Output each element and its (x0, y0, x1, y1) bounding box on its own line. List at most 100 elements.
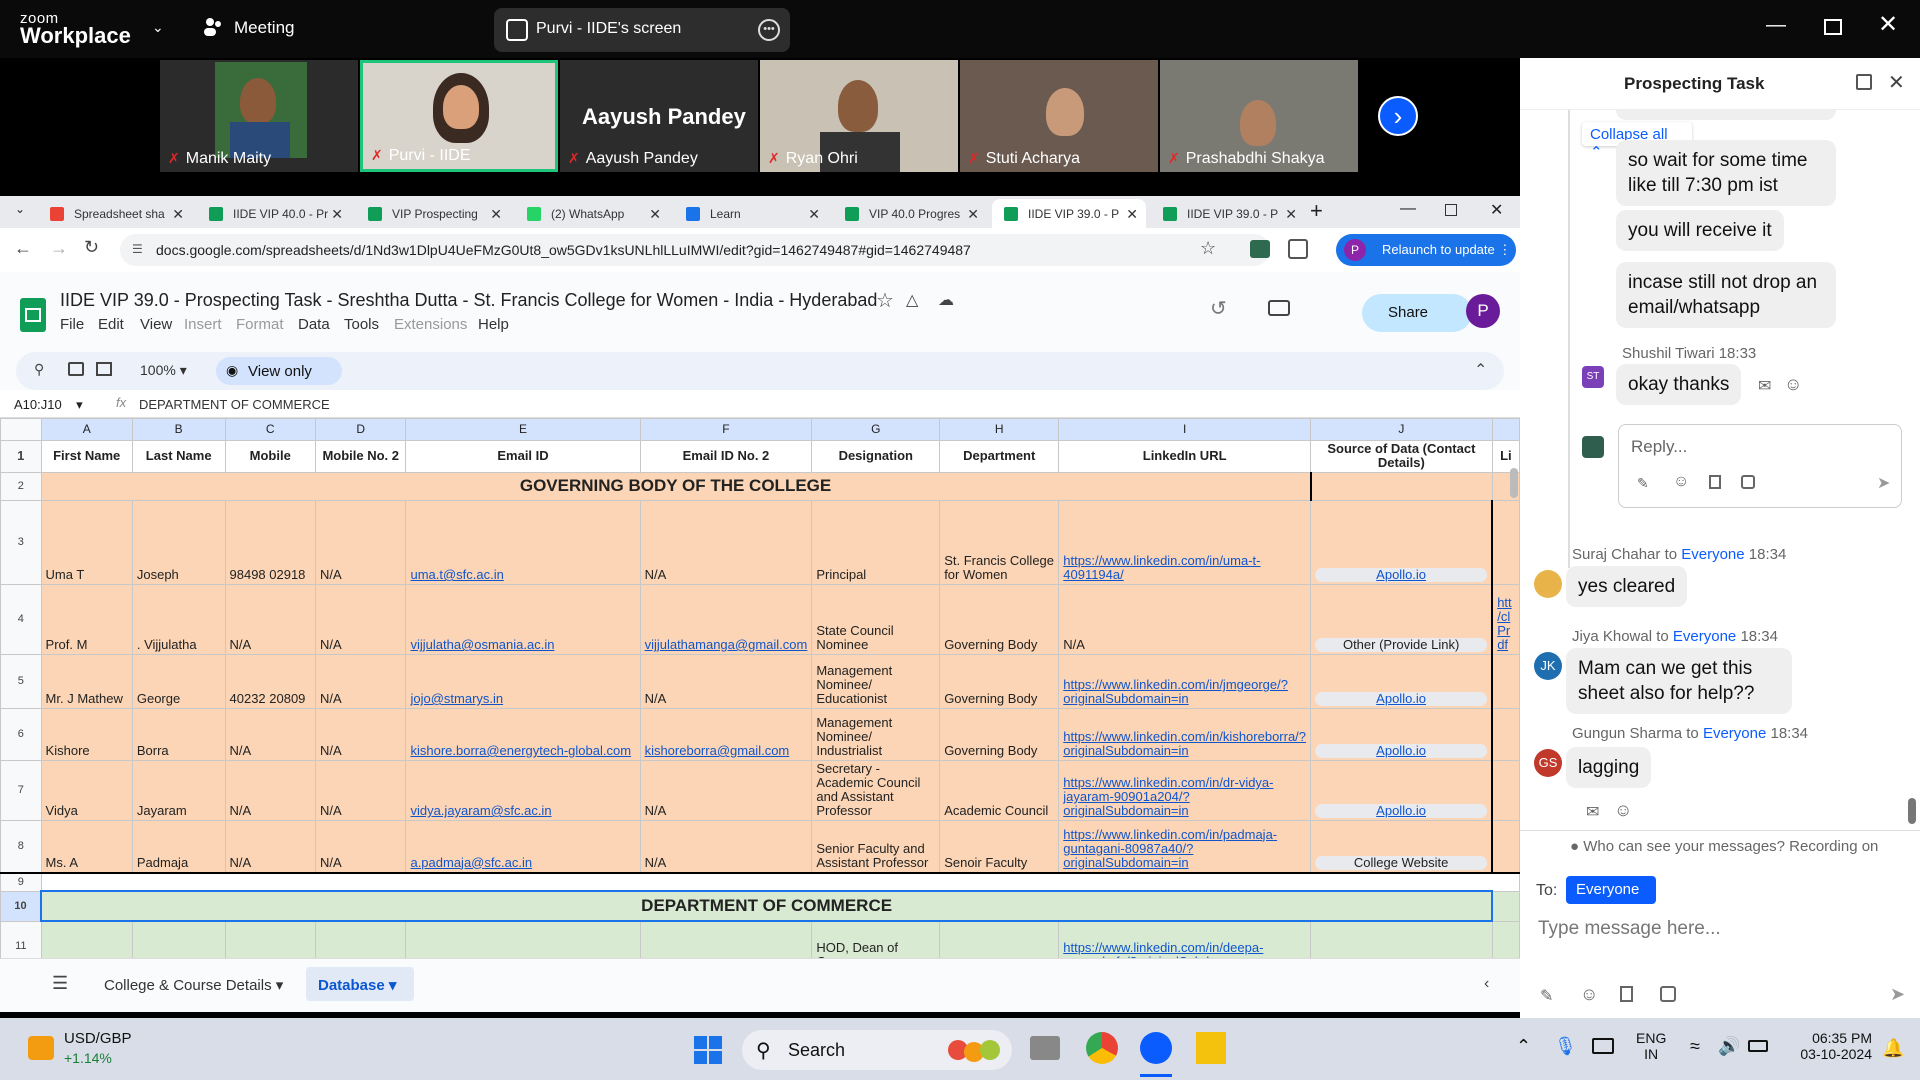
cell-h[interactable]: Governing Body (939, 708, 1060, 761)
menu-help[interactable]: Help (478, 316, 509, 333)
close-icon[interactable]: ✕ (1490, 200, 1503, 220)
cell-k[interactable] (1491, 820, 1520, 873)
cell-g[interactable]: Management Nominee/ Industrialist (811, 708, 941, 761)
cell-i[interactable]: https://www.linkedin.com/in/jmgeorge/?or… (1058, 654, 1312, 709)
browser-tab[interactable]: Spreadsheet sha ✕ (38, 199, 192, 228)
tab-close-icon[interactable]: ✕ (649, 206, 661, 223)
cell-h[interactable]: Academic Council (939, 760, 1060, 821)
restore-icon[interactable] (1445, 204, 1457, 216)
minimize-icon[interactable]: — (1400, 200, 1416, 218)
minimize-icon[interactable]: — (1766, 14, 1786, 37)
row-number[interactable]: 7 (0, 760, 42, 821)
cell-h[interactable]: Governing Body (939, 584, 1060, 655)
stocks-icon[interactable] (28, 1036, 54, 1060)
menu-extensions[interactable]: Extensions (394, 316, 467, 333)
cell-h[interactable]: Governing Body (939, 654, 1060, 709)
cell-d[interactable]: N/A (314, 760, 407, 821)
all-sheets-icon[interactable]: ☰ (52, 973, 68, 994)
cell-k[interactable] (1491, 760, 1520, 821)
browser-tab[interactable]: VIP 40.0 Progres ✕ (833, 199, 987, 228)
taskbar-search[interactable]: ⚲ Search (742, 1030, 1012, 1070)
view-mode-icon[interactable] (96, 362, 112, 376)
cell-h[interactable]: Senoir Faculty (939, 820, 1060, 873)
restore-icon[interactable] (1824, 19, 1842, 35)
tab-close-icon[interactable]: ✕ (808, 206, 820, 223)
cell-i[interactable]: N/A (1058, 584, 1312, 655)
windows-start-icon[interactable] (694, 1036, 722, 1064)
privacy-note[interactable]: ● Who can see your messages? Recording o… (1570, 838, 1878, 855)
close-icon[interactable]: ✕ (1878, 10, 1898, 39)
screenshot-icon[interactable] (1741, 475, 1755, 489)
name-box[interactable]: A10:J10 ▾ (14, 397, 83, 413)
row-number[interactable]: 4 (0, 584, 42, 655)
forward-icon[interactable]: → (50, 238, 68, 259)
cell-c[interactable]: N/A (224, 708, 316, 761)
cell-d[interactable]: N/A (314, 500, 407, 585)
tab-close-icon[interactable]: ✕ (331, 206, 343, 223)
reply-icon[interactable]: ✉ (1586, 802, 1599, 822)
cell-c[interactable]: 40232 20809 (224, 654, 316, 709)
col-h[interactable]: H (939, 418, 1060, 441)
cell-e[interactable]: vidya.jayaram@sfc.ac.in (405, 760, 641, 821)
formula-content[interactable]: DEPARTMENT OF COMMERCE (139, 397, 330, 412)
react-icon[interactable]: ☺ (1784, 374, 1802, 395)
cell-b[interactable]: . Vijjulatha (131, 584, 226, 655)
document-title[interactable]: IIDE VIP 39.0 - Prospecting Task - Sresh… (60, 290, 877, 311)
cell-b[interactable]: George (131, 654, 226, 709)
cell-a[interactable]: Vidya (40, 760, 133, 821)
tab-search-icon[interactable]: ⌄ (10, 202, 30, 222)
cell-j[interactable]: Apollo.io (1310, 760, 1493, 821)
extension-icon[interactable] (1250, 240, 1270, 258)
new-tab-icon[interactable]: + (1310, 198, 1323, 224)
ticker-name[interactable]: USD/GBP (64, 1030, 132, 1047)
menu-tools[interactable]: Tools (344, 316, 379, 333)
tab-close-icon[interactable]: ✕ (1285, 206, 1297, 223)
send-icon[interactable]: ➤ (1890, 984, 1905, 1005)
cell-j[interactable]: Apollo.io (1310, 708, 1493, 761)
row-number[interactable]: 6 (0, 708, 42, 761)
cell-b[interactable]: Borra (131, 708, 226, 761)
select-all-corner[interactable] (0, 418, 42, 441)
emoji-icon[interactable]: ☺ (1673, 473, 1689, 491)
header-cell[interactable]: First Name (40, 440, 133, 473)
cell-b[interactable]: Jayaram (131, 760, 226, 821)
chevron-down-icon[interactable]: ⌄ (152, 19, 164, 36)
cell-e[interactable]: vijjulatha@osmania.ac.in (405, 584, 641, 655)
cell-k[interactable]: htt /cl Pr df (1491, 584, 1520, 655)
react-icon[interactable]: ☺ (1614, 800, 1632, 821)
sheet-tab-database[interactable]: Database ▾ (306, 967, 414, 1001)
row-number[interactable]: 3 (0, 500, 42, 585)
cell-f[interactable]: vijjulathamanga@gmail.com (639, 584, 813, 655)
tab-close-icon[interactable]: ✕ (172, 206, 184, 223)
browser-tab[interactable]: (2) WhatsApp ✕ (515, 199, 669, 228)
header-cell[interactable]: Last Name (131, 440, 226, 473)
header-cell[interactable]: Mobile (224, 440, 316, 473)
print-icon[interactable] (68, 362, 84, 376)
menu-format[interactable]: Format (236, 316, 284, 333)
col-c[interactable]: C (224, 418, 316, 441)
view-only-badge[interactable]: ◉ View only (216, 357, 342, 385)
cell-f[interactable]: N/A (639, 760, 813, 821)
move-icon[interactable]: △ (906, 290, 918, 310)
cell-b[interactable]: Padmaja (131, 820, 226, 873)
browser-tab[interactable]: IIDE VIP 39.0 - P ✕ (1151, 199, 1305, 228)
tab-close-icon[interactable]: ✕ (967, 206, 979, 223)
source-chip[interactable]: Apollo.io (1315, 692, 1488, 706)
header-cell[interactable]: Source of Data (Contact Details) (1310, 440, 1493, 473)
cell-a[interactable]: Prof. M (40, 584, 133, 655)
header-cell[interactable]: Email ID No. 2 (639, 440, 813, 473)
cell-i[interactable]: https://www.linkedin.com/in/uma-t-409119… (1058, 500, 1312, 585)
cell-d[interactable]: N/A (314, 654, 407, 709)
col-i[interactable]: I (1058, 418, 1312, 441)
more-icon[interactable]: ••• (758, 19, 780, 41)
cell-a[interactable]: Ms. A (40, 820, 133, 873)
row-number[interactable]: 8 (0, 820, 42, 873)
source-chip[interactable]: Apollo.io (1315, 804, 1488, 818)
cell-d[interactable]: N/A (314, 820, 407, 873)
cell-b[interactable]: Joseph (131, 500, 226, 585)
header-cell[interactable]: LinkedIn URL (1058, 440, 1312, 473)
file-icon[interactable] (1709, 475, 1721, 489)
col-f[interactable]: F (639, 418, 813, 441)
section-title[interactable]: DEPARTMENT OF COMMERCE (40, 890, 1494, 922)
bookmark-star-icon[interactable]: ☆ (1200, 238, 1216, 259)
